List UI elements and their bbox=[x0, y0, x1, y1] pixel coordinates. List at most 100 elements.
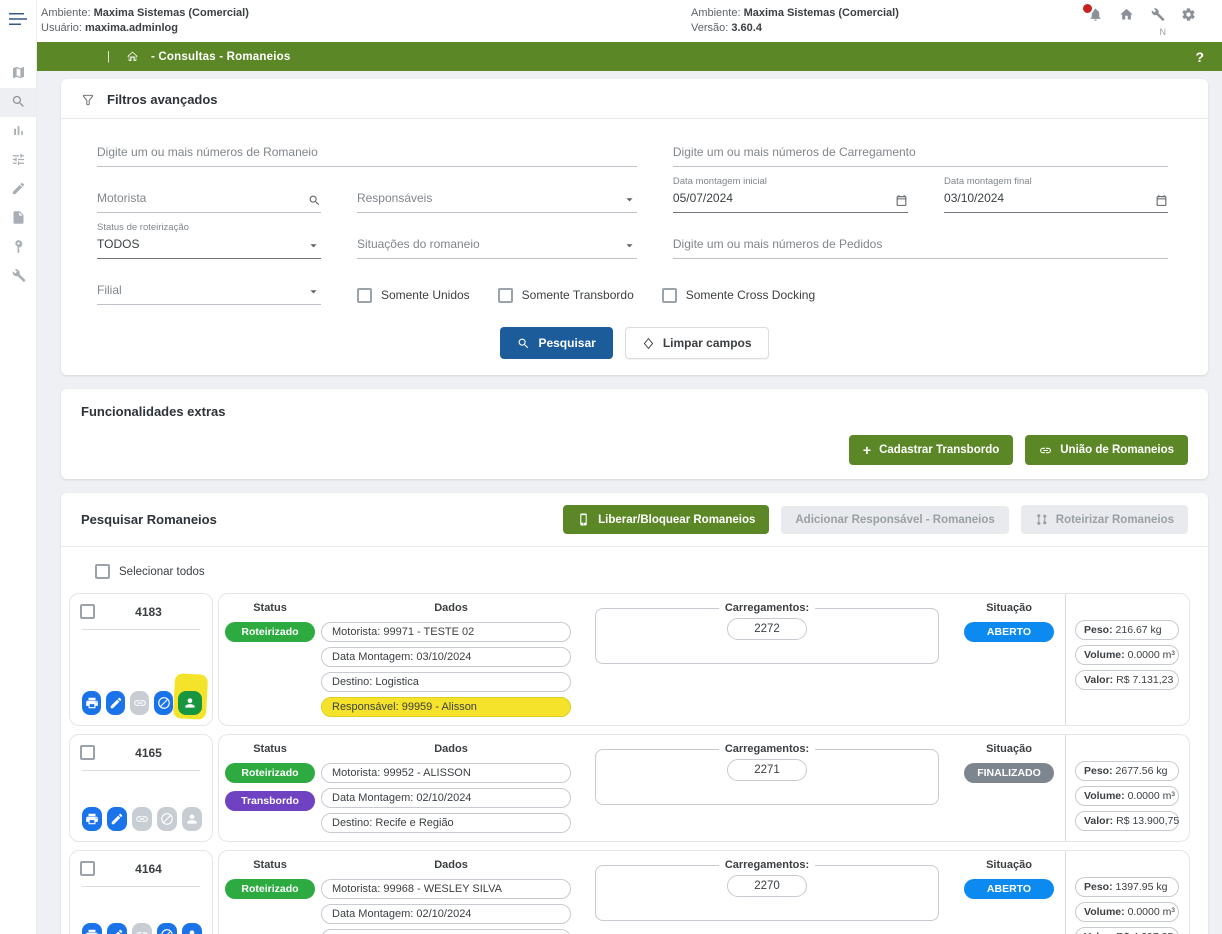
volume-chip: Volume: 0.0000 m³ bbox=[1075, 902, 1179, 922]
dados-column-header: Dados bbox=[321, 602, 581, 614]
search-icon[interactable] bbox=[308, 194, 321, 207]
person-icon[interactable] bbox=[182, 923, 202, 934]
row-checkbox[interactable] bbox=[80, 604, 95, 619]
search-icon bbox=[11, 94, 26, 112]
row-detail-card: Status RoteirizadoTransbordo Dados Motor… bbox=[218, 734, 1190, 842]
row-actions bbox=[80, 638, 202, 717]
situacoes-select[interactable]: Situações do romaneio bbox=[357, 235, 637, 259]
carregamento-chip[interactable]: 2270 bbox=[727, 875, 807, 897]
dado-chip: Motorista: 99971 - TESTE 02 bbox=[321, 622, 571, 642]
sidebar-item-report[interactable] bbox=[0, 204, 36, 233]
row-checkbox[interactable] bbox=[80, 861, 95, 876]
chevron-down-icon[interactable] bbox=[306, 238, 321, 253]
status-badge: Roteirizado bbox=[225, 622, 315, 642]
filters-title: Filtros avançados bbox=[107, 92, 218, 107]
results-title: Pesquisar Romaneios bbox=[81, 512, 217, 527]
print-icon[interactable] bbox=[82, 691, 101, 715]
row-checkbox[interactable] bbox=[80, 745, 95, 760]
carregamento-input[interactable] bbox=[673, 145, 1152, 159]
valor-chip: Valor: R$ 4.397,25 bbox=[1075, 927, 1179, 934]
block-icon[interactable] bbox=[154, 691, 173, 715]
adicionar-responsavel-button[interactable]: Adicionar Responsável - Romaneios bbox=[781, 506, 1008, 534]
limpar-campos-label: Limpar campos bbox=[663, 336, 752, 350]
cadastrar-transbordo-button[interactable]: + Cadastrar Transbordo bbox=[849, 435, 1013, 465]
motorista-input[interactable] bbox=[97, 191, 305, 205]
roteirizar-romaneios-button[interactable]: Roteirizar Romaneios bbox=[1021, 505, 1188, 534]
gear-icon[interactable] bbox=[1181, 7, 1196, 25]
somente-transbordo-checkbox[interactable]: Somente Transbordo bbox=[498, 288, 634, 303]
data-final-input[interactable] bbox=[944, 191, 1152, 205]
filter-actions: Pesquisar Limpar campos bbox=[61, 309, 1208, 375]
checkbox-icon bbox=[357, 288, 372, 303]
peso-chip: Peso: 1397.95 kg bbox=[1075, 877, 1179, 897]
romaneio-input[interactable] bbox=[97, 145, 621, 159]
env-info-center: Ambiente: Maxima Sistemas (Comercial) Ve… bbox=[691, 6, 899, 36]
carregamentos-column: Carregamentos: 2272 bbox=[581, 602, 953, 717]
extras-actions: + Cadastrar Transbordo União de Romaneio… bbox=[81, 435, 1188, 465]
data-inicial-input[interactable] bbox=[673, 191, 892, 205]
calendar-icon[interactable] bbox=[895, 194, 908, 207]
status-column-header: Status bbox=[219, 743, 321, 755]
page-content: Filtros avançados Responsáveis bbox=[37, 71, 1222, 934]
row-actions bbox=[80, 895, 202, 934]
home-icon[interactable] bbox=[1119, 7, 1134, 25]
status-roteirizacao-select[interactable]: Status de roteirização TODOS bbox=[97, 235, 321, 259]
carregamento-chip[interactable]: 2271 bbox=[727, 759, 807, 781]
sidebar-item-map[interactable] bbox=[0, 59, 36, 88]
dado-chip: Motorista: 99968 - WESLEY SILVA bbox=[321, 879, 571, 899]
motorista-field bbox=[97, 189, 321, 213]
link-icon bbox=[130, 691, 149, 715]
calendar-icon[interactable] bbox=[1155, 194, 1168, 207]
sidebar-item-search[interactable] bbox=[0, 88, 36, 117]
carregamentos-legend: Carregamentos: bbox=[719, 602, 815, 614]
sidebar-item-edit[interactable] bbox=[0, 175, 36, 204]
diamond-icon bbox=[642, 337, 655, 350]
data-inicial-label: Data montagem inicial bbox=[673, 176, 767, 187]
chevron-down-icon[interactable] bbox=[306, 284, 321, 299]
sidebar-item-tools[interactable] bbox=[0, 262, 36, 291]
status-badge: Transbordo bbox=[225, 791, 315, 811]
bell-icon[interactable] bbox=[1088, 7, 1103, 25]
totals-column: Peso: 2677.56 kg Volume: 0.0000 m³ Valor… bbox=[1065, 735, 1189, 841]
uniao-romaneios-button[interactable]: União de Romaneios bbox=[1025, 435, 1188, 465]
pedidos-input[interactable] bbox=[673, 237, 1152, 251]
status-column-header: Status bbox=[219, 602, 321, 614]
chevron-down-icon[interactable] bbox=[622, 192, 637, 207]
help-icon[interactable]: ? bbox=[1195, 49, 1204, 65]
person-icon[interactable] bbox=[178, 691, 202, 715]
chevron-down-icon[interactable] bbox=[622, 238, 637, 253]
situacao-badge: ABERTO bbox=[964, 879, 1054, 899]
filial-select[interactable]: Filial bbox=[97, 281, 321, 305]
somente-unidos-checkbox[interactable]: Somente Unidos bbox=[357, 288, 470, 303]
tools-icon bbox=[11, 268, 26, 286]
liberar-bloquear-button[interactable]: Liberar/Bloquear Romaneios bbox=[563, 505, 769, 534]
pin-icon bbox=[11, 239, 26, 257]
dados-column: Dados Motorista: 99952 - ALISSONData Mon… bbox=[321, 743, 581, 833]
wrench-icon[interactable] bbox=[1150, 7, 1165, 25]
carregamento-chip[interactable]: 2272 bbox=[727, 618, 807, 640]
block-icon[interactable] bbox=[157, 923, 177, 934]
select-all-checkbox[interactable] bbox=[95, 564, 110, 579]
breadcrumb-separator: | bbox=[107, 51, 110, 63]
responsaveis-select[interactable]: Responsáveis bbox=[357, 189, 637, 213]
peso-chip: Peso: 2677.56 kg bbox=[1075, 761, 1179, 781]
dados-column-header: Dados bbox=[321, 859, 581, 871]
situacao-column: Situação ABERTO bbox=[953, 859, 1065, 934]
sidebar-item-tune[interactable] bbox=[0, 146, 36, 175]
somente-cross-docking-checkbox[interactable]: Somente Cross Docking bbox=[662, 288, 815, 303]
sidebar-item-analytics[interactable] bbox=[0, 117, 36, 146]
sidebar-item-pin[interactable] bbox=[0, 233, 36, 262]
menu-icon[interactable] bbox=[0, 0, 36, 29]
edit-icon[interactable] bbox=[107, 807, 127, 831]
edit-icon[interactable] bbox=[107, 923, 127, 934]
limpar-campos-button[interactable]: Limpar campos bbox=[625, 327, 769, 359]
edit-icon[interactable] bbox=[106, 691, 125, 715]
print-icon[interactable] bbox=[82, 923, 102, 934]
home-breadcrumb-icon[interactable] bbox=[126, 50, 139, 63]
status-badges: Roteirizado bbox=[219, 879, 321, 899]
status-column: Status Roteirizado bbox=[219, 602, 321, 717]
print-icon[interactable] bbox=[82, 807, 102, 831]
status-column-header: Status bbox=[219, 859, 321, 871]
pesquisar-button[interactable]: Pesquisar bbox=[500, 327, 612, 359]
dado-chip: Motorista: 99952 - ALISSON bbox=[321, 763, 571, 783]
